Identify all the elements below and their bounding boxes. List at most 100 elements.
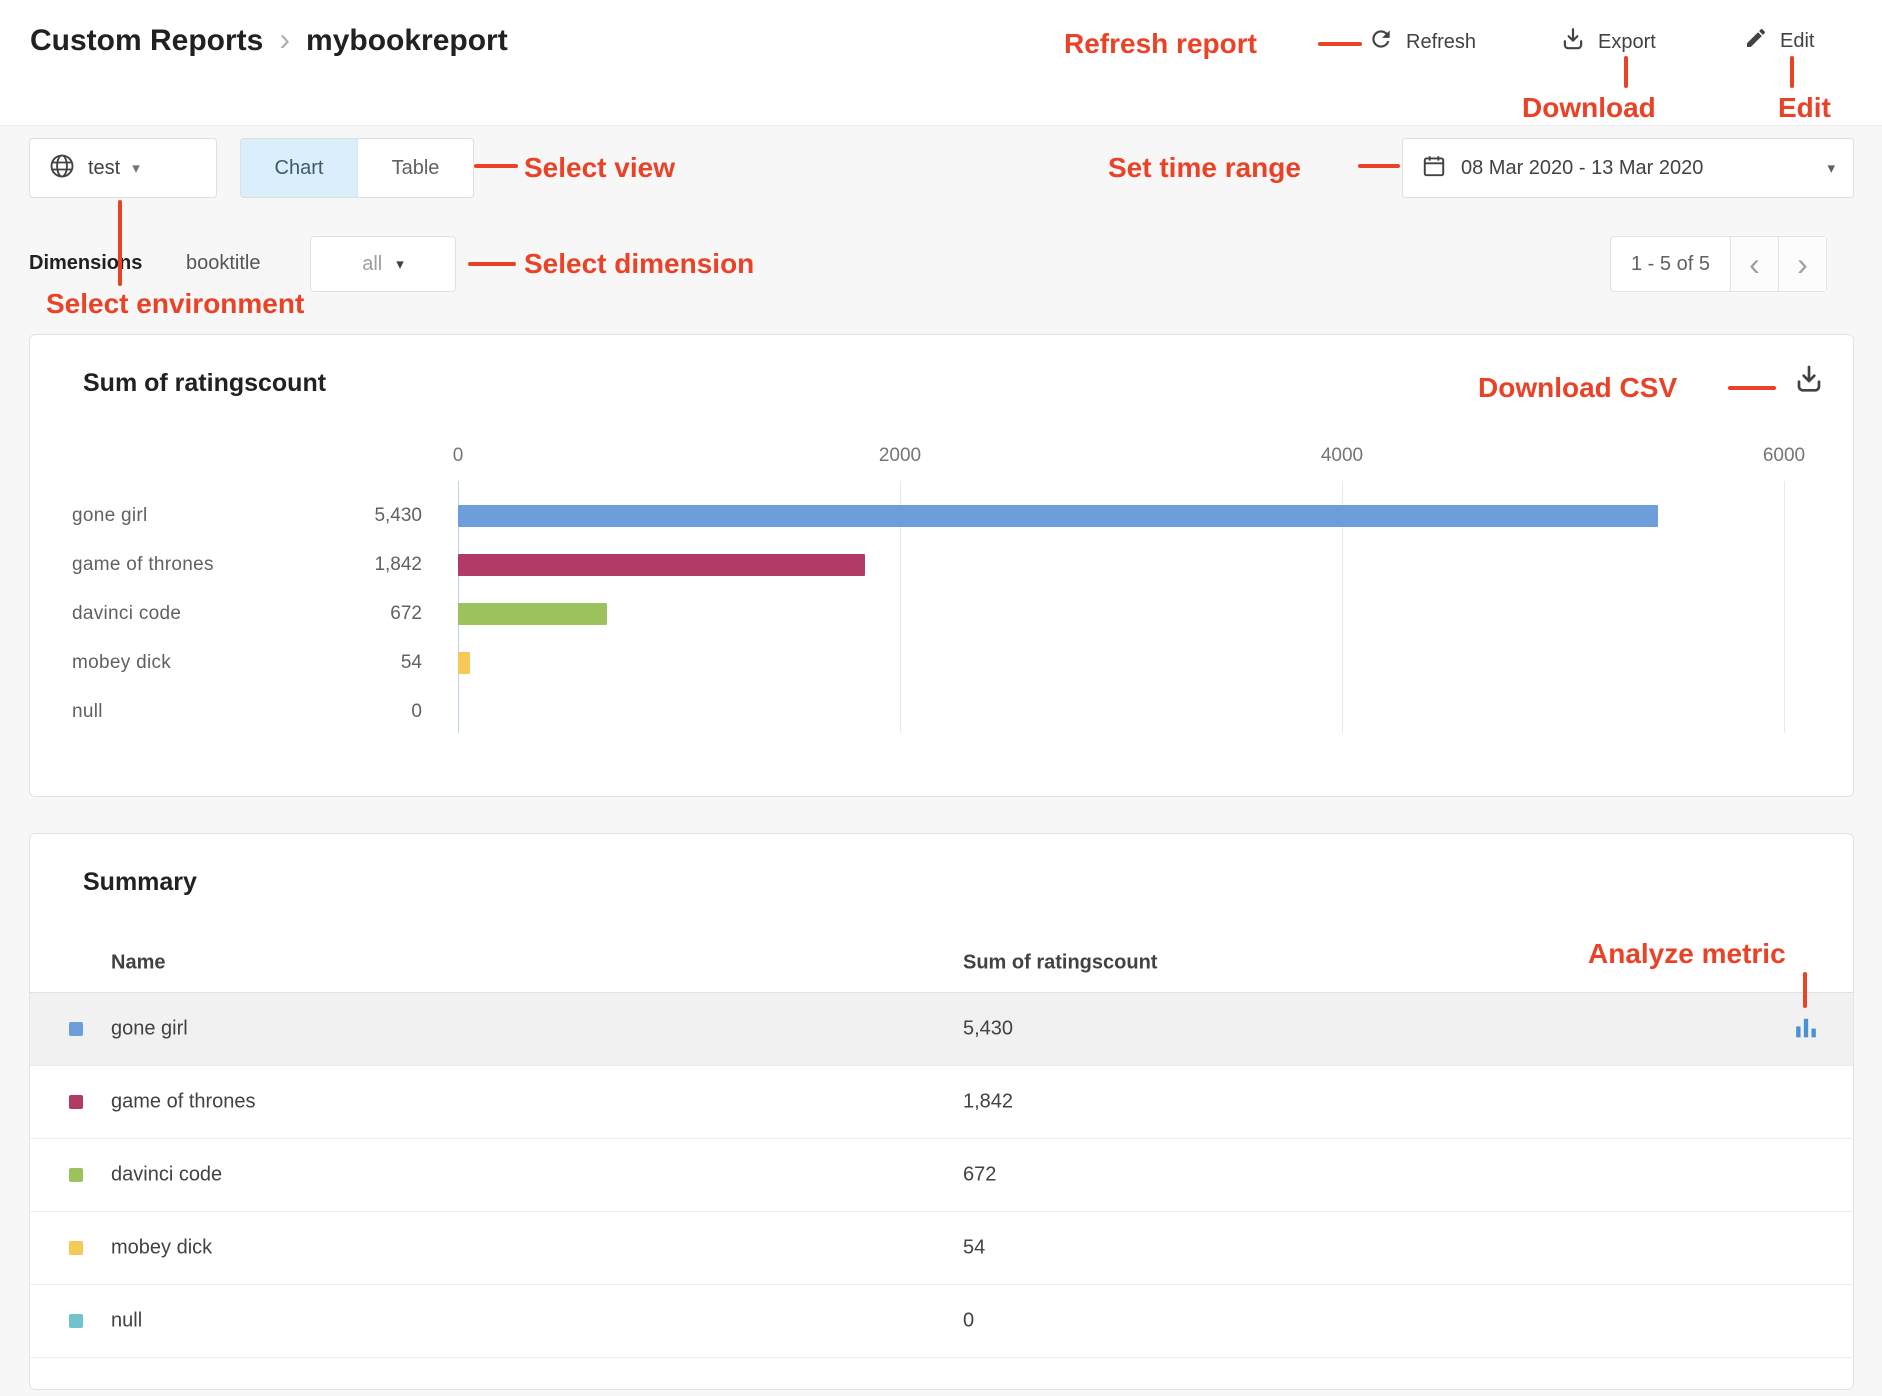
breadcrumb-root[interactable]: Custom Reports — [30, 24, 263, 58]
value-label: 672 — [330, 603, 422, 625]
legend-swatch — [69, 1095, 83, 1109]
view-toggle: Chart Table — [240, 138, 474, 198]
dimension-value: all — [362, 253, 382, 276]
annotation-line — [468, 262, 516, 266]
x-axis-tick: 2000 — [879, 445, 921, 467]
category-label: davinci code — [72, 603, 181, 625]
annotation-edit: Edit — [1778, 92, 1831, 124]
category-label: gone girl — [72, 505, 148, 527]
pagination-label: 1 - 5 of 5 — [1611, 237, 1730, 291]
annotation-line — [1358, 164, 1400, 168]
breadcrumb: Custom Reports › mybookreport — [30, 24, 508, 58]
tab-table[interactable]: Table — [357, 139, 473, 197]
analyze-metric-button[interactable] — [1790, 1012, 1822, 1047]
category-label: null — [72, 701, 103, 723]
bar — [458, 554, 865, 576]
chevron-right-icon: › — [279, 23, 290, 55]
refresh-button[interactable]: Refresh — [1368, 26, 1476, 58]
bar-chart-icon — [1794, 1028, 1818, 1043]
legend-swatch — [69, 1314, 83, 1328]
globe-icon — [48, 152, 76, 185]
table-row[interactable]: davinci code 672 — [30, 1139, 1853, 1212]
table-row[interactable]: mobey dick 54 — [30, 1212, 1853, 1285]
refresh-label: Refresh — [1406, 31, 1476, 54]
row-name: davinci code — [111, 1164, 222, 1187]
export-label: Export — [1598, 31, 1656, 54]
edit-label: Edit — [1780, 30, 1814, 53]
annotation-line — [1728, 386, 1776, 390]
legend-swatch — [69, 1022, 83, 1036]
annotation-line — [118, 200, 122, 286]
annotation-select-dimension: Select dimension — [524, 248, 754, 280]
pagination-next-button[interactable]: › — [1778, 237, 1826, 291]
bar-row: gone girl 5,430 — [30, 491, 1853, 540]
category-label: mobey dick — [72, 652, 171, 674]
tab-chart[interactable]: Chart — [241, 139, 357, 197]
dimension-name: booktitle — [186, 252, 261, 275]
summary-title: Summary — [83, 868, 197, 897]
bar-row: davinci code 672 — [30, 589, 1853, 638]
row-value: 5,430 — [963, 1018, 1013, 1041]
dimension-select[interactable]: all ▾ — [310, 236, 456, 292]
column-header-name: Name — [111, 952, 165, 975]
row-value: 672 — [963, 1164, 996, 1187]
row-name: game of thrones — [111, 1091, 256, 1114]
table-row[interactable]: gone girl 5,430 — [30, 993, 1853, 1066]
value-label: 54 — [330, 652, 422, 674]
legend-swatch — [69, 1168, 83, 1182]
bar-row: mobey dick 54 — [30, 638, 1853, 687]
dimensions-label: Dimensions — [29, 252, 142, 275]
custom-reports-page: Custom Reports › mybookreport Refresh Ex… — [0, 0, 1882, 1396]
table-row[interactable]: null 0 — [30, 1285, 1853, 1358]
breadcrumb-current: mybookreport — [306, 24, 508, 58]
row-value: 0 — [963, 1310, 974, 1333]
caret-down-icon: ▾ — [132, 159, 140, 177]
download-csv-icon — [1793, 383, 1825, 398]
summary-card: Summary Name Sum of ratingscount gone gi… — [29, 833, 1854, 1390]
table-row[interactable]: game of thrones 1,842 — [30, 1066, 1853, 1139]
annotation-line — [1624, 56, 1628, 88]
bar — [458, 505, 1658, 527]
annotation-set-time-range: Set time range — [1108, 152, 1301, 184]
annotation-download-csv: Download CSV — [1478, 372, 1677, 404]
export-button[interactable]: Export — [1560, 26, 1656, 58]
row-value: 1,842 — [963, 1091, 1013, 1114]
summary-table: Name Sum of ratingscount gone girl 5,430… — [30, 934, 1853, 1358]
chevron-left-icon: ‹ — [1749, 248, 1760, 280]
annotation-select-environment: Select environment — [46, 288, 304, 320]
date-range-picker[interactable]: 08 Mar 2020 - 13 Mar 2020 ▾ — [1402, 138, 1854, 198]
chevron-right-icon: › — [1797, 248, 1808, 280]
row-name: null — [111, 1310, 142, 1333]
bar — [458, 652, 470, 674]
table-header-row: Name Sum of ratingscount — [30, 934, 1853, 993]
column-header-value: Sum of ratingscount — [963, 952, 1157, 975]
row-name: gone girl — [111, 1018, 188, 1041]
environment-select[interactable]: test ▾ — [29, 138, 217, 198]
value-label: 1,842 — [330, 554, 422, 576]
x-axis-tick: 4000 — [1321, 445, 1363, 467]
legend-swatch — [69, 1241, 83, 1255]
annotation-line — [1803, 972, 1807, 1008]
bar — [458, 603, 607, 625]
annotation-line — [1790, 56, 1794, 88]
row-value: 54 — [963, 1237, 985, 1260]
annotation-line — [1318, 42, 1362, 46]
download-icon — [1560, 26, 1586, 58]
annotation-download: Download — [1522, 92, 1656, 124]
refresh-icon — [1368, 26, 1394, 58]
date-range-value: 08 Mar 2020 - 13 Mar 2020 — [1461, 157, 1703, 180]
row-name: mobey dick — [111, 1237, 212, 1260]
x-axis-tick: 0 — [453, 445, 464, 467]
value-label: 0 — [330, 701, 422, 723]
bar-row: null 0 — [30, 687, 1853, 736]
annotation-refresh-report: Refresh report — [1064, 28, 1257, 60]
pagination: 1 - 5 of 5 ‹ › — [1610, 236, 1827, 292]
bar-row: game of thrones 1,842 — [30, 540, 1853, 589]
download-csv-button[interactable] — [1793, 363, 1825, 398]
category-label: game of thrones — [72, 554, 214, 576]
edit-icon — [1744, 26, 1768, 56]
edit-button[interactable]: Edit — [1744, 26, 1814, 56]
annotation-line — [474, 164, 518, 168]
annotation-select-view: Select view — [524, 152, 675, 184]
pagination-prev-button[interactable]: ‹ — [1730, 237, 1778, 291]
